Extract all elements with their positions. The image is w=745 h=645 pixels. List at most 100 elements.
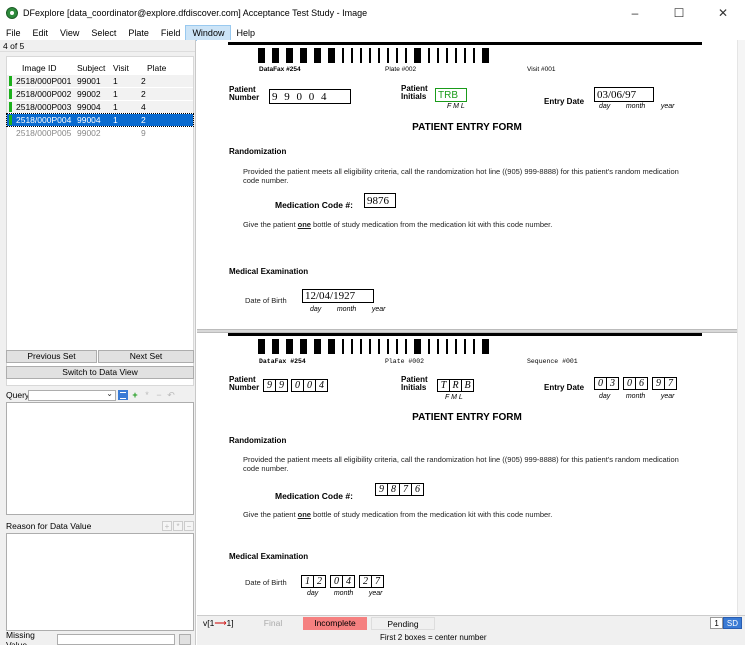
version-indicator[interactable]: v[1⟶1] <box>197 618 243 629</box>
patient-initials-label: Patient Initials <box>401 84 428 101</box>
query-label: Query <box>6 390 30 400</box>
menu-file[interactable]: File <box>0 26 27 40</box>
table-row[interactable]: 2518/000P003 99004 1 4 <box>7 101 193 113</box>
window-title: DFexplore [data_coordinator@explore.dfdi… <box>23 8 368 18</box>
query-text-area[interactable] <box>6 402 194 515</box>
status-pending[interactable]: Pending <box>371 616 435 630</box>
asterisk-reason-button[interactable]: * <box>173 521 183 531</box>
title-bar: DFexplore [data_coordinator@explore.dfdi… <box>0 0 745 26</box>
previous-set-button[interactable]: Previous Set <box>6 350 97 363</box>
form-title: PATIENT ENTRY FORM <box>412 122 522 133</box>
field-hint-bar: First 2 boxes = center number <box>197 630 745 645</box>
randomization-heading: Randomization <box>229 436 287 445</box>
image-list-table[interactable]: Image ID Subject Visit Plate 2518/000P00… <box>6 56 194 386</box>
reason-toolbar: Reason for Data Value + * − <box>6 520 194 532</box>
switch-to-data-view-button[interactable]: Switch to Data View <box>6 366 194 379</box>
status-indicator <box>9 76 12 86</box>
table-row[interactable]: 2518/000P005 99002 9 <box>7 127 193 139</box>
cell-visit: 1 <box>113 89 118 99</box>
list-icon[interactable] <box>118 390 128 400</box>
date-of-birth-field[interactable]: 12/04/1927 <box>302 289 374 303</box>
datafax-label: DataFax #254 <box>259 358 306 365</box>
view-mode-toggle: 1 SD <box>710 617 742 629</box>
give-bottle-text: Give the patient one bottle of study med… <box>243 510 553 519</box>
menu-window[interactable]: Window <box>185 25 232 41</box>
vertical-scrollbar[interactable] <box>737 40 745 615</box>
patient-number-label: Patient Number <box>229 85 260 102</box>
remove-reason-button[interactable]: − <box>184 521 194 531</box>
missing-value-input[interactable] <box>57 634 175 645</box>
entry-date-field[interactable]: 03/06/97 <box>594 87 654 102</box>
menu-select[interactable]: Select <box>85 26 122 40</box>
menu-edit[interactable]: Edit <box>27 26 55 40</box>
document-viewer[interactable]: DataFax #254 Plate #002 Visit #001 Patie… <box>197 40 745 615</box>
entry-date-label: Entry Date <box>544 383 585 392</box>
form-page-data: DataFax #254 Plate #002 Visit #001 Patie… <box>197 40 737 325</box>
col-plate[interactable]: Plate <box>141 61 181 75</box>
menu-field[interactable]: Field <box>155 26 187 40</box>
status-final[interactable]: Final <box>243 617 303 630</box>
record-count: 4 of 5 <box>0 40 195 52</box>
table-row-selected[interactable]: 2518/000P004 99004 1 2 <box>6 113 194 127</box>
sequence-label: Sequence #001 <box>527 358 578 365</box>
initials-caption: F M L <box>447 103 465 110</box>
add-icon[interactable]: + <box>130 390 140 400</box>
arrow-icon: ⟶ <box>214 617 227 628</box>
minus-icon[interactable]: − <box>154 390 164 400</box>
sd-button[interactable]: SD <box>722 617 742 629</box>
level-button[interactable]: 1 <box>710 617 723 629</box>
plate-label: Plate #002 <box>385 358 425 365</box>
visit-label: Visit #001 <box>527 66 556 73</box>
status-incomplete[interactable]: Incomplete <box>303 616 367 630</box>
table-header: Image ID Subject Visit Plate <box>7 61 193 75</box>
digit-box: 9 <box>275 379 288 392</box>
patient-number-boxes[interactable]: 9 9 0 0 4 <box>263 379 328 392</box>
table-row[interactable]: 2518/000P001 99001 1 2 <box>7 75 193 87</box>
digit-box: 2 <box>313 575 326 588</box>
col-image-id[interactable]: Image ID <box>7 61 77 75</box>
entry-date-caption: day month year <box>599 393 675 400</box>
menu-view[interactable]: View <box>54 26 85 40</box>
col-visit[interactable]: Visit <box>113 61 141 75</box>
missing-value-button[interactable] <box>179 634 191 645</box>
randomization-text: Provided the patient meets all eligibili… <box>243 167 679 185</box>
dob-label: Date of Birth <box>245 578 287 587</box>
cell-subject: 99002 <box>77 89 101 99</box>
barcode <box>258 339 496 354</box>
entry-date-boxes[interactable]: 0 3 0 6 9 7 <box>594 377 677 390</box>
col-subject[interactable]: Subject <box>77 61 113 75</box>
give-bottle-text: Give the patient one bottle of study med… <box>243 220 553 229</box>
patient-number-field[interactable]: 9 9 0 0 4 <box>269 89 351 104</box>
entry-date-caption: day month year <box>599 103 675 110</box>
digit-box: 6 <box>635 377 648 390</box>
cell-visit: 1 <box>113 102 118 112</box>
initials-caption: F M L <box>445 394 463 401</box>
add-reason-button[interactable]: + <box>162 521 172 531</box>
minimize-button[interactable]: – <box>613 0 657 26</box>
digit-box: 4 <box>342 575 355 588</box>
patient-initials-field[interactable]: TRB <box>435 88 467 102</box>
patient-initials-boxes[interactable]: T R B <box>437 379 474 392</box>
date-of-birth-boxes[interactable]: 1 2 0 4 2 7 <box>301 575 384 588</box>
status-indicator <box>9 89 12 99</box>
menu-plate[interactable]: Plate <box>122 26 155 40</box>
medical-exam-heading: Medical Examination <box>229 267 309 276</box>
digit-box: 3 <box>606 377 619 390</box>
query-select[interactable]: ⌄ <box>28 389 116 401</box>
maximize-button[interactable]: ☐ <box>657 0 701 26</box>
table-row[interactable]: 2518/000P002 99002 1 2 <box>7 88 193 100</box>
missing-value-label: Missing Value <box>6 629 35 645</box>
asterisk-icon[interactable]: * <box>142 390 152 400</box>
medication-code-boxes[interactable]: 9 8 7 6 <box>375 483 424 496</box>
close-button[interactable]: ✕ <box>701 0 745 26</box>
reason-text-area[interactable] <box>6 533 194 631</box>
medication-code-field[interactable]: 9876 <box>364 193 396 208</box>
cell-visit <box>113 127 141 139</box>
record-status-bar: v[1⟶1] Final Incomplete Pending 1 SD <box>197 615 745 630</box>
next-set-button[interactable]: Next Set <box>98 350 194 363</box>
status-indicator <box>9 102 12 112</box>
undo-icon[interactable]: ↶ <box>166 390 176 400</box>
menu-help[interactable]: Help <box>230 26 261 40</box>
cell-subject: 99002 <box>77 128 101 138</box>
cell-subject: 99004 <box>77 102 101 112</box>
